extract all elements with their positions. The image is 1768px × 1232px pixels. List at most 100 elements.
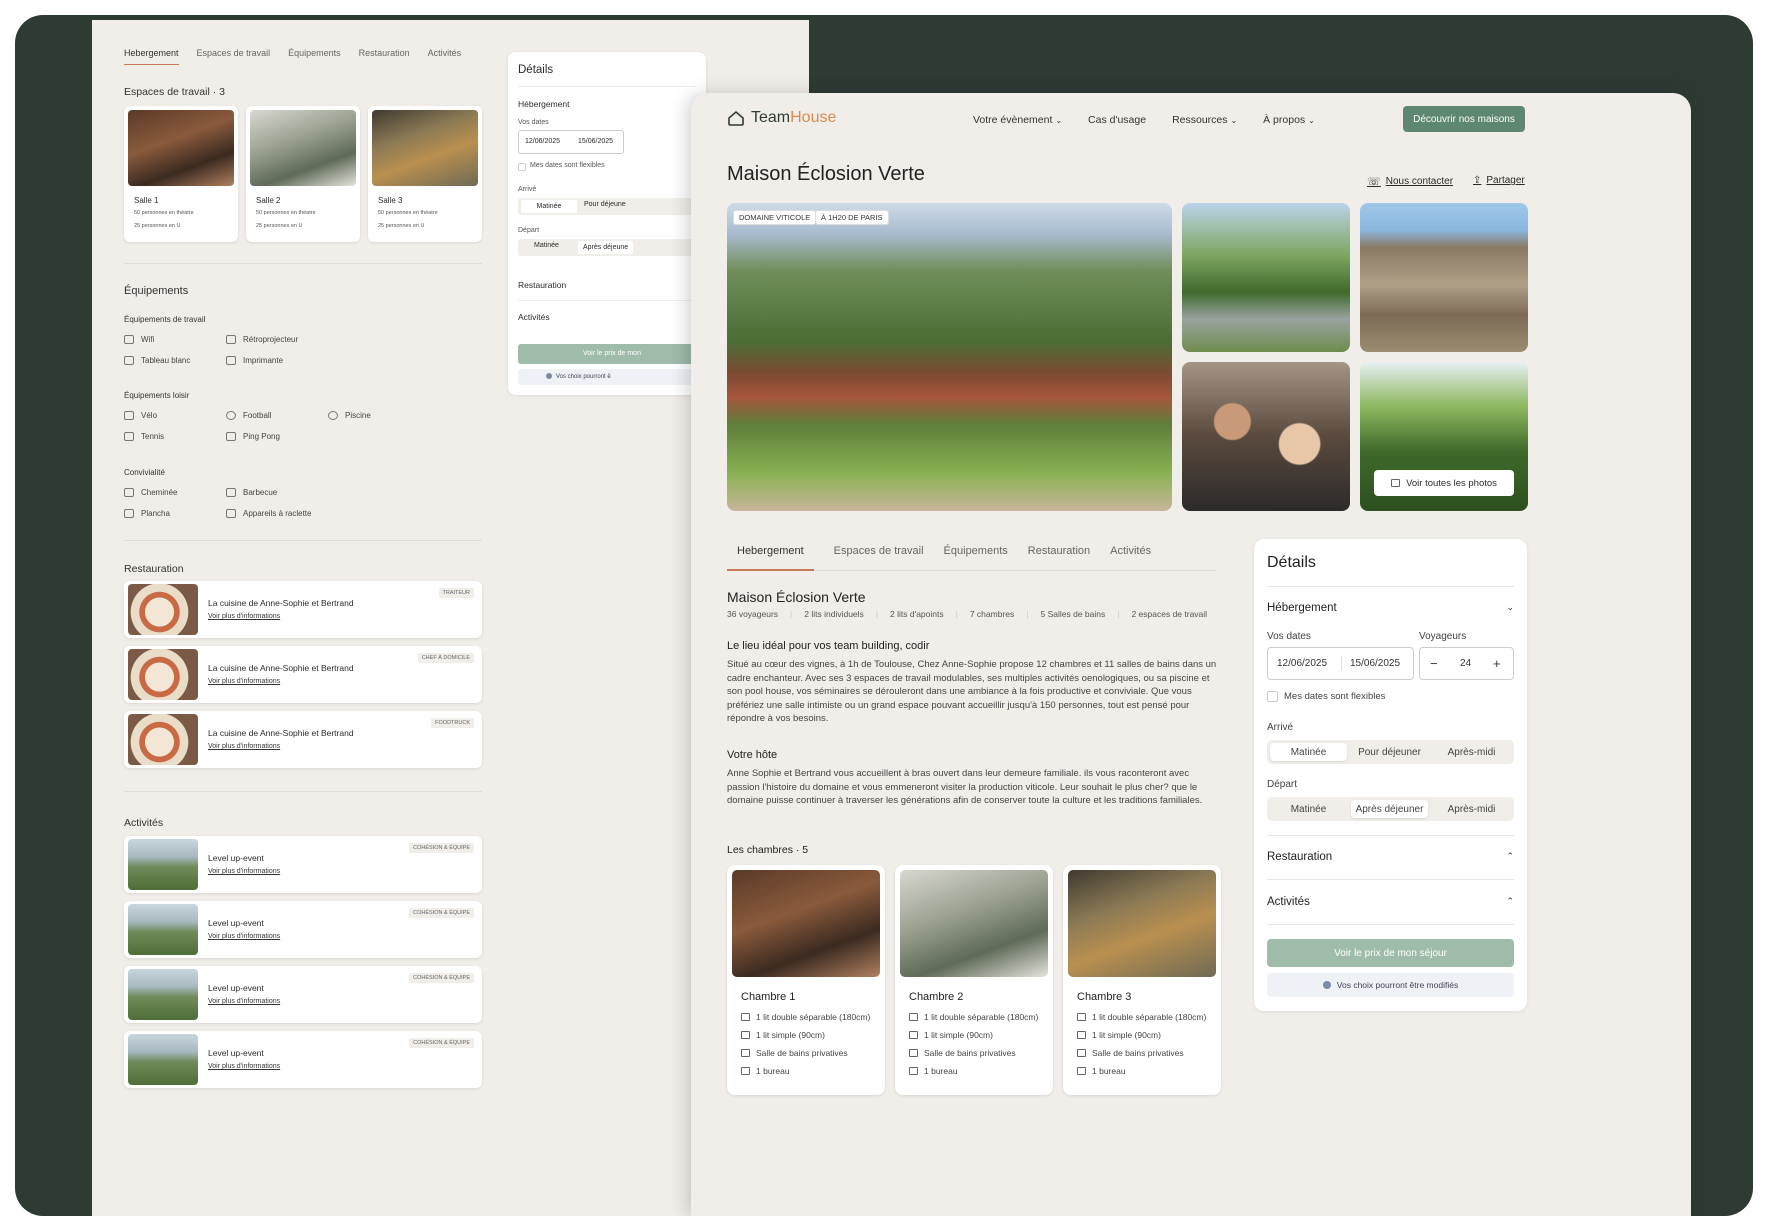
nav-ressources[interactable]: Ressources ⌄ — [1172, 114, 1237, 126]
resto-card[interactable]: La cuisine de Anne-Sophie et Bertrand Vo… — [124, 581, 482, 638]
equip-item: Wifi — [124, 335, 154, 344]
tab-equipements[interactable]: Équipements — [288, 48, 341, 65]
room-feature: Salle de bains privatives — [741, 1048, 848, 1058]
resto-photo — [128, 584, 198, 635]
activity-link[interactable]: Voir plus d'informations — [208, 1063, 280, 1070]
guests-stepper: − 24 + — [1419, 647, 1514, 680]
bed-icon — [909, 1013, 918, 1021]
arrive-apres-midi[interactable]: Après-midi — [1432, 743, 1511, 761]
activity-card[interactable]: Level up-event Voir plus d'informations … — [124, 836, 482, 893]
activity-link[interactable]: Voir plus d'informations — [208, 998, 280, 1005]
tennis-icon — [124, 432, 134, 441]
workspace-card[interactable]: Salle 1 50 personnes en théatre 25 perso… — [124, 106, 238, 242]
info-note: Vos choix pourront être modifiés — [1267, 973, 1514, 997]
date-range-field[interactable]: 12/06/2025 15/06/2025 — [518, 130, 624, 154]
tab-espaces[interactable]: Espaces de travail — [834, 545, 924, 571]
gallery-photo[interactable]: Voir toutes les photos — [1360, 362, 1528, 511]
gallery-photo[interactable] — [1182, 203, 1350, 352]
resto-link[interactable]: Voir plus d'informations — [208, 678, 280, 685]
flex-checkbox[interactable] — [1267, 691, 1278, 702]
plus-button[interactable]: + — [1493, 656, 1501, 671]
price-button[interactable]: Voir le prix de mon — [518, 344, 706, 364]
depart-apres-midi[interactable]: Après-midi — [1432, 800, 1511, 818]
minus-button[interactable]: − — [1430, 656, 1438, 671]
resto-card[interactable]: La cuisine de Anne-Sophie et Bertrand Vo… — [124, 646, 482, 703]
resto-title: Restauration — [124, 563, 184, 575]
gallery-photo[interactable] — [1360, 203, 1528, 352]
tab-hebergement[interactable]: Hebergement — [124, 48, 179, 65]
room-card[interactable]: Chambre 1 1 lit double séparable (180cm)… — [727, 865, 885, 1095]
nav-votre-evenement[interactable]: Votre évènement ⌄ — [973, 114, 1062, 126]
workspace-card[interactable]: Salle 2 50 personnes en théatre 25 perso… — [246, 106, 360, 242]
equip-item: Rétroprojecteur — [226, 335, 298, 344]
tab-restauration[interactable]: Restauration — [359, 48, 410, 65]
contact-link[interactable]: ☏ Nous contacter — [1367, 175, 1453, 188]
depart-matinee[interactable]: Matinée — [1270, 800, 1347, 818]
tab-activites[interactable]: Activités — [1110, 545, 1151, 571]
info-icon — [546, 373, 552, 379]
tab-restauration[interactable]: Restauration — [1028, 545, 1090, 571]
arrive-selector[interactable]: Matinée Pour déjeune — [518, 198, 706, 215]
nav-a-propos[interactable]: À propos ⌄ — [1263, 114, 1315, 126]
activity-card[interactable]: Level up-event Voir plus d'informations … — [124, 901, 482, 958]
flex-label: Mes dates sont flexibles — [1284, 691, 1386, 702]
bed-icon — [741, 1013, 750, 1021]
gallery-main-photo[interactable]: DOMAINE VITICOLE À 1H20 DE PARIS — [727, 203, 1172, 511]
acts-accordion[interactable]: Activités ⌃ — [1267, 896, 1514, 908]
date-from[interactable]: 12/06/2025 — [1277, 658, 1327, 669]
tab-espaces[interactable]: Espaces de travail — [197, 48, 271, 65]
activity-badge: COHÉSION & ÉQUIPE — [409, 843, 474, 853]
logo-team: Team — [751, 109, 791, 126]
desk-icon — [909, 1067, 918, 1075]
arrive-matinee[interactable]: Matinée — [1270, 743, 1347, 761]
logo[interactable]: TeamHouse — [727, 109, 836, 127]
discover-button[interactable]: Découvrir nos maisons — [1403, 106, 1525, 132]
resto-accordion[interactable]: Restauration — [518, 280, 566, 290]
resto-link[interactable]: Voir plus d'informations — [208, 613, 280, 620]
chevron-down-icon: ⌄ — [1506, 602, 1514, 612]
depart-selector[interactable]: Matinée Après déjeune — [518, 239, 706, 256]
football-icon — [226, 411, 236, 420]
activity-card[interactable]: Level up-event Voir plus d'informations … — [124, 1031, 482, 1088]
chevron-down-icon: ⌄ — [1308, 116, 1315, 125]
house-logo-icon — [728, 110, 744, 126]
activity-card[interactable]: Level up-event Voir plus d'informations … — [124, 966, 482, 1023]
activity-link[interactable]: Voir plus d'informations — [208, 933, 280, 940]
fireplace-icon — [124, 488, 134, 497]
heb-accordion[interactable]: Hébergement ⌄ — [1267, 602, 1514, 614]
tag-chip: À 1H20 DE PARIS — [815, 210, 889, 225]
activity-badge: COHÉSION & ÉQUIPE — [409, 908, 474, 918]
depart-apres-dejeuner[interactable]: Après déjeuner — [1351, 800, 1428, 818]
heb-label[interactable]: Hébergement — [518, 99, 570, 109]
activity-link[interactable]: Voir plus d'informations — [208, 868, 280, 875]
tab-hebergement[interactable]: Hebergement — [727, 545, 814, 571]
gallery-photo[interactable] — [1182, 362, 1350, 511]
ideal-text: Situé au cœur des vignes, à 1h de Toulou… — [727, 659, 1217, 724]
acts-accordion[interactable]: Activités — [518, 312, 550, 322]
barbecue-icon — [226, 488, 236, 497]
back-details-panel: Détails Hébergement Vos dates 12/06/2025… — [508, 52, 706, 395]
divider — [1267, 924, 1514, 925]
share-link[interactable]: ⇪ Partager — [1473, 175, 1525, 186]
all-photos-button[interactable]: Voir toutes les photos — [1374, 470, 1514, 496]
resto-accordion[interactable]: Restauration ⌃ — [1267, 851, 1514, 863]
tab-equipements[interactable]: Équipements — [944, 545, 1008, 571]
equip-item: Vélo — [124, 411, 157, 420]
acts-title: Activités — [124, 817, 164, 829]
pool-icon — [328, 411, 338, 420]
resto-card[interactable]: La cuisine de Anne-Sophie et Bertrand Vo… — [124, 711, 482, 768]
room-card[interactable]: Chambre 2 1 lit double séparable (180cm)… — [895, 865, 1053, 1095]
room-card[interactable]: Chambre 3 1 lit double séparable (180cm)… — [1063, 865, 1221, 1095]
nav-cas-usage[interactable]: Cas d'usage — [1088, 114, 1146, 126]
tab-activites[interactable]: Activités — [428, 48, 462, 65]
date-to[interactable]: 15/06/2025 — [1350, 658, 1400, 669]
flex-checkbox[interactable] — [518, 163, 526, 171]
resto-badge: CHEF À DOMICILE — [417, 653, 474, 663]
equip-item: Cheminée — [124, 488, 177, 497]
arrive-pour-dejeuner[interactable]: Pour déjeuner — [1351, 743, 1428, 761]
activity-badge: COHÉSION & ÉQUIPE — [409, 973, 474, 983]
resto-link[interactable]: Voir plus d'informations — [208, 743, 280, 750]
price-button[interactable]: Voir le prix de mon séjour — [1267, 939, 1514, 967]
workspace-card[interactable]: Salle 3 50 personnes en théatre 25 perso… — [368, 106, 482, 242]
date-range-field[interactable]: 12/06/2025 15/06/2025 — [1267, 647, 1414, 680]
